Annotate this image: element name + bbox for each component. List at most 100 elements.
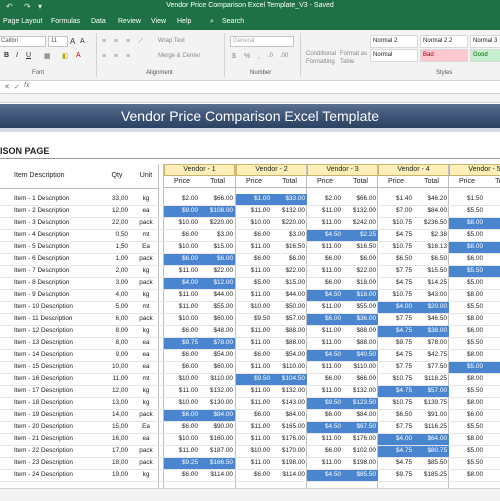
vendor-total-cell[interactable]: $4: [485, 326, 500, 337]
vendor-total-cell[interactable]: $12.00: [200, 278, 235, 289]
tab-review[interactable]: Review: [118, 18, 141, 25]
item-qty[interactable]: 8,00: [106, 326, 130, 336]
item-description[interactable]: Item - 3 Description: [14, 218, 106, 228]
font-size-select[interactable]: 11: [48, 36, 68, 47]
item-description[interactable]: Item - 18 Description: [14, 398, 106, 408]
vendor-price-cell[interactable]: $7.00: [378, 206, 414, 217]
item-qty[interactable]: 18,00: [106, 458, 130, 468]
item-unit[interactable]: pack: [134, 278, 158, 288]
vendor-total-cell[interactable]: $90.00: [200, 422, 235, 433]
vendor-total-cell[interactable]: $8: [485, 374, 500, 385]
vendor-total-cell[interactable]: $6.00: [200, 254, 235, 265]
vendor-price-cell[interactable]: $6.00: [449, 410, 485, 421]
item-unit[interactable]: ea: [134, 434, 158, 444]
vendor-total-cell[interactable]: $6: [485, 206, 500, 217]
vendor-price-cell[interactable]: $4.00: [378, 302, 414, 313]
orientation-icon[interactable]: ⟋: [138, 38, 143, 46]
vendor-total-cell[interactable]: $67.50: [343, 422, 378, 433]
vendor-price-cell[interactable]: $1.40: [378, 194, 414, 205]
formula-bar[interactable]: ✕ ✓ fx: [0, 81, 500, 94]
vendor-total-cell[interactable]: $6.00: [343, 254, 378, 265]
vendor-total-cell[interactable]: $20.00: [414, 302, 449, 313]
vendor-total-cell[interactable]: $22.00: [343, 266, 378, 277]
vendor-price-cell[interactable]: $11.00: [307, 434, 343, 445]
item-qty[interactable]: 12,00: [106, 386, 130, 396]
vendor-price-cell[interactable]: $10.00: [236, 446, 272, 457]
vendor-price-cell[interactable]: $10.00: [164, 314, 200, 325]
item-unit[interactable]: kg: [134, 470, 158, 480]
vendor-price-cell[interactable]: $6.00: [236, 410, 272, 421]
item-unit[interactable]: mt: [134, 302, 158, 312]
vendor-total-cell[interactable]: $116.25: [414, 422, 449, 433]
vendor-price-cell[interactable]: $9.75: [378, 338, 414, 349]
vendor-price-cell[interactable]: $8.00: [449, 242, 485, 253]
vendor-price-cell[interactable]: $11.00: [307, 326, 343, 337]
vendor-total-cell[interactable]: $1: [485, 218, 500, 229]
vendor-total-cell[interactable]: $130.00: [200, 398, 235, 409]
vendor-price-cell[interactable]: $4.50: [307, 422, 343, 433]
function-icon[interactable]: fx: [24, 82, 29, 89]
vendor-price-cell[interactable]: $1.00: [236, 194, 272, 205]
vendor-total-cell[interactable]: $118.25: [414, 374, 449, 385]
vendor-price-cell[interactable]: $5.00: [449, 446, 485, 457]
vendor-total-cell[interactable]: $6.50: [414, 254, 449, 265]
vendor-total-cell[interactable]: $15.00: [200, 242, 235, 253]
vendor-price-cell[interactable]: $10.00: [164, 242, 200, 253]
vendor-price-cell[interactable]: $8.00: [449, 218, 485, 229]
vendor-price-cell[interactable]: $8.00: [449, 374, 485, 385]
vendor-price-cell[interactable]: $11.00: [236, 422, 272, 433]
vendor-total-cell[interactable]: $242.00: [343, 218, 378, 229]
vendor-total-cell[interactable]: $84.00: [343, 410, 378, 421]
vendor-price-cell[interactable]: $6.00: [164, 470, 200, 481]
vendor-price-cell[interactable]: $6.00: [307, 254, 343, 265]
item-description[interactable]: Item - 24 Description: [14, 470, 106, 480]
vendor-total-cell[interactable]: $57.00: [414, 386, 449, 397]
number-format-select[interactable]: General: [230, 36, 294, 47]
style-normal[interactable]: Normal: [370, 49, 418, 62]
vendor-price-cell[interactable]: $10.75: [378, 290, 414, 301]
vendor-total-cell[interactable]: $4: [485, 314, 500, 325]
vendor-total-cell[interactable]: $8: [485, 422, 500, 433]
vendor-price-cell[interactable]: $6.50: [378, 254, 414, 265]
vendor-total-cell[interactable]: $88.00: [272, 326, 307, 337]
vendor-price-cell[interactable]: $4.75: [378, 326, 414, 337]
vendor-price-cell[interactable]: $9.25: [164, 458, 200, 469]
vendor-price-cell[interactable]: $10.00: [164, 218, 200, 229]
vendor-price-cell[interactable]: $7.75: [378, 362, 414, 373]
vendor-price-cell[interactable]: $10.00: [236, 218, 272, 229]
item-unit[interactable]: pack: [134, 218, 158, 228]
cancel-icon[interactable]: ✕: [4, 83, 10, 91]
vendor-total-cell[interactable]: $60.00: [200, 362, 235, 373]
vendor-price-cell[interactable]: $6.00: [236, 254, 272, 265]
vendor-total-cell[interactable]: $143.00: [272, 398, 307, 409]
tab-help[interactable]: Help: [177, 18, 191, 25]
vendor-total-cell[interactable]: $4: [485, 338, 500, 349]
item-unit[interactable]: kg: [134, 386, 158, 396]
vendor-price-cell[interactable]: $10.75: [378, 398, 414, 409]
vendor-price-cell[interactable]: $10.00: [164, 374, 200, 385]
vendor-price-cell[interactable]: $7.75: [378, 314, 414, 325]
vendor-price-cell[interactable]: $6.00: [307, 314, 343, 325]
vendor-price-cell[interactable]: $11.00: [307, 206, 343, 217]
vendor-total-cell[interactable]: $: [485, 278, 500, 289]
vendor-price-cell[interactable]: $6.00: [307, 446, 343, 457]
vendor-price-cell[interactable]: $5.50: [449, 266, 485, 277]
vendor-total-cell[interactable]: $132.00: [343, 386, 378, 397]
vendor-total-cell[interactable]: $64.00: [414, 434, 449, 445]
vendor-price-cell[interactable]: $5.50: [449, 422, 485, 433]
item-qty[interactable]: 17,00: [106, 446, 130, 456]
align-top-icon[interactable]: ≡: [102, 38, 106, 45]
vendor-total-cell[interactable]: $187.00: [200, 446, 235, 457]
vendor-price-cell[interactable]: $11.00: [236, 326, 272, 337]
vendor-total-cell[interactable]: $46.20: [414, 194, 449, 205]
tab-data[interactable]: Data: [91, 18, 106, 25]
item-description[interactable]: Item - 12 Description: [14, 326, 106, 336]
vendor-total-cell[interactable]: $220.00: [200, 218, 235, 229]
vendor-price-cell[interactable]: $11.00: [307, 218, 343, 229]
vendor-total-cell[interactable]: $15: [485, 470, 500, 481]
vendor-price-cell[interactable]: $11.00: [236, 434, 272, 445]
vendor-price-cell[interactable]: $2.00: [164, 194, 200, 205]
vendor-price-cell[interactable]: $5.50: [449, 458, 485, 469]
item-unit[interactable]: ea: [134, 362, 158, 372]
vendor-total-cell[interactable]: $236.50: [414, 218, 449, 229]
